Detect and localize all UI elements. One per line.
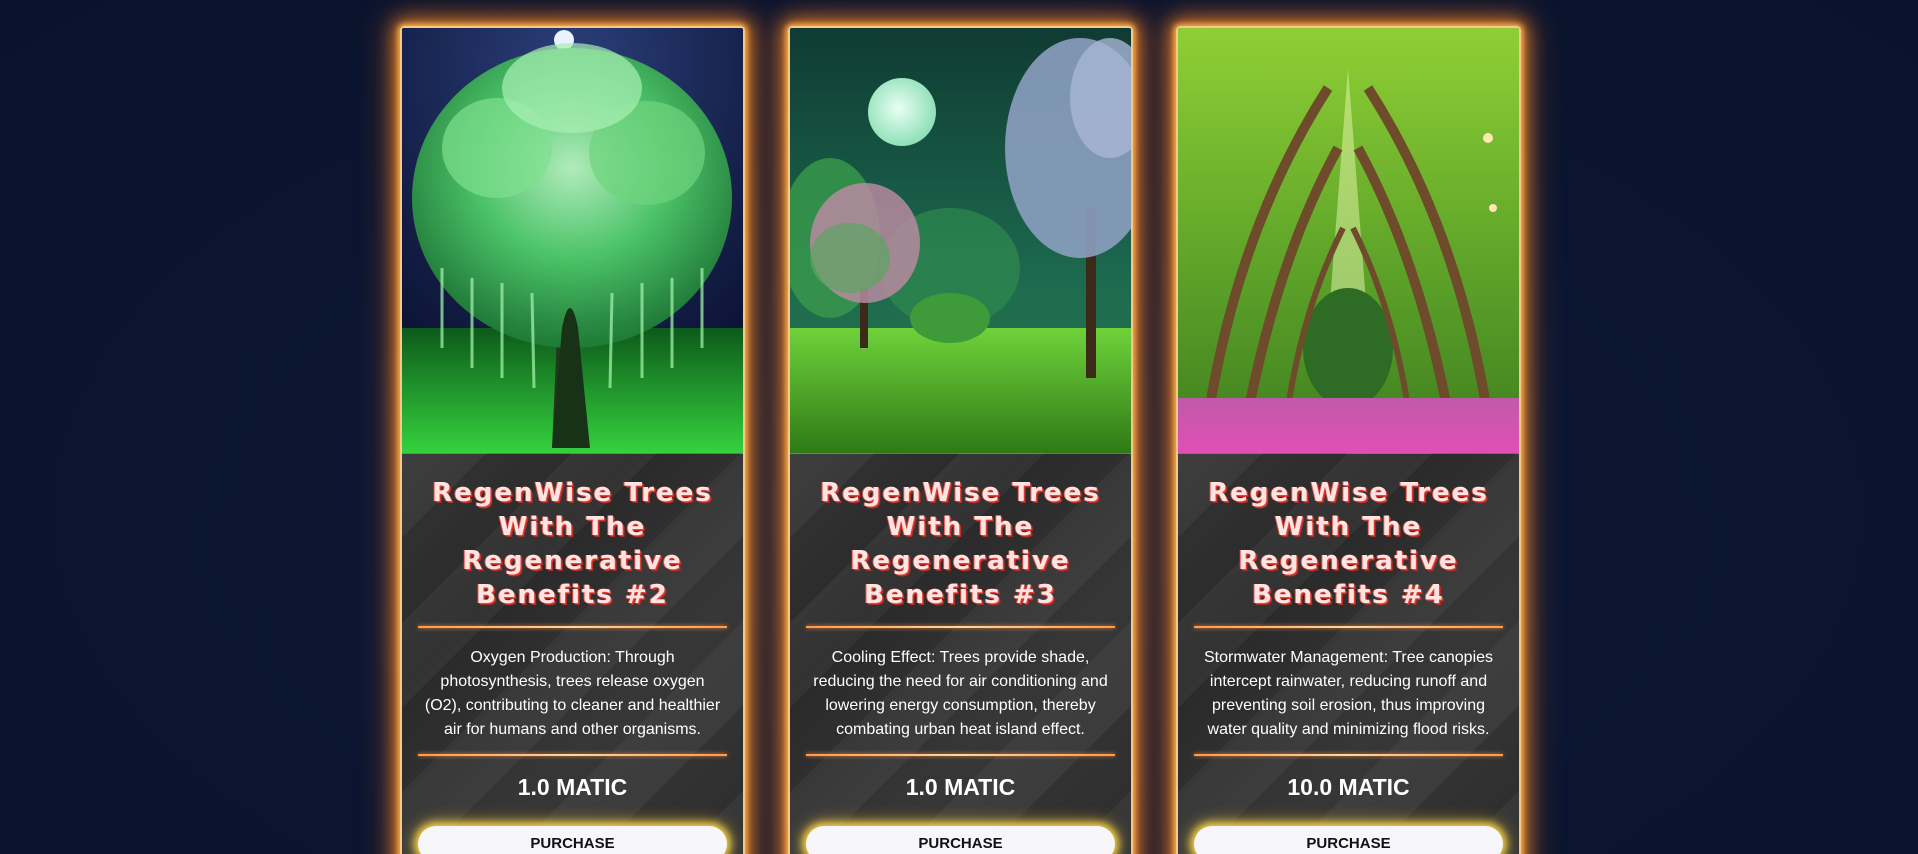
nft-price: 1.0 MATIC <box>905 774 1016 800</box>
nft-title: RegenWise Trees With The Regenerative Be… <box>820 478 1101 610</box>
nft-card[interactable]: RegenWise Trees With The Regenerative Be… <box>400 26 745 854</box>
nft-image[interactable] <box>790 28 1131 454</box>
purchase-button[interactable]: PURCHASE <box>1194 826 1503 854</box>
purchase-button[interactable]: PURCHASE <box>418 826 727 854</box>
nft-price: 10.0 MATIC <box>1287 774 1410 800</box>
divider <box>806 754 1115 756</box>
nft-gallery: RegenWise Trees With The Regenerative Be… <box>0 0 1918 854</box>
nft-price: 1.0 MATIC <box>517 774 628 800</box>
nft-description: Oxygen Production: Through photosynthesi… <box>424 649 721 738</box>
nft-image[interactable] <box>1178 28 1519 454</box>
nft-title: RegenWise Trees With The Regenerative Be… <box>1208 478 1489 610</box>
nft-description: Stormwater Management: Tree canopies int… <box>1203 649 1494 738</box>
divider <box>418 754 727 756</box>
divider <box>1194 626 1503 628</box>
nft-card[interactable]: RegenWise Trees With The Regenerative Be… <box>788 26 1133 854</box>
divider <box>806 626 1115 628</box>
nft-title: RegenWise Trees With The Regenerative Be… <box>432 478 713 610</box>
nft-card[interactable]: RegenWise Trees With The Regenerative Be… <box>1176 26 1521 854</box>
divider <box>1194 754 1503 756</box>
purchase-button[interactable]: PURCHASE <box>806 826 1115 854</box>
nft-image[interactable] <box>402 28 743 454</box>
nft-description: Cooling Effect: Trees provide shade, red… <box>813 649 1108 738</box>
divider <box>418 626 727 628</box>
